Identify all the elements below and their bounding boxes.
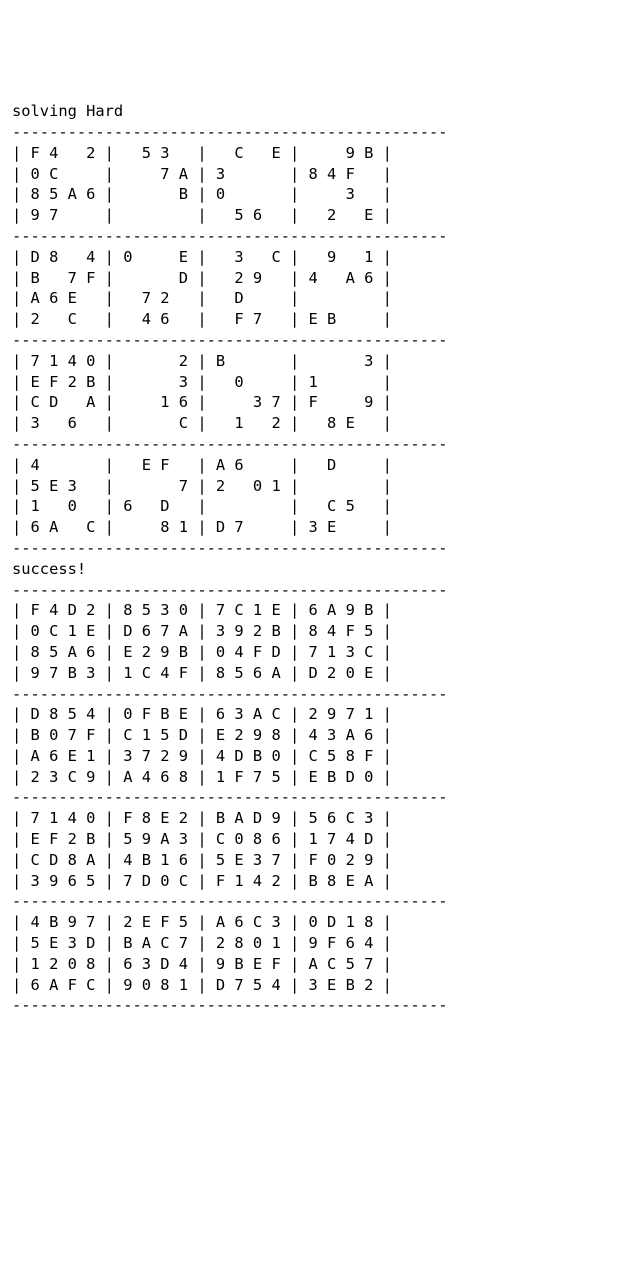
grid-row: | 4 B 9 7 | 2 E F 5 | A 6 C 3 | 0 D 1 8 … <box>12 912 614 933</box>
grid-row: | 6 A C | 8 1 | D 7 | 3 E | <box>12 517 614 538</box>
grid-row: | 2 3 C 9 | A 4 6 8 | 1 F 7 5 | E B D 0 … <box>12 767 614 788</box>
grid-row: | 6 A F C | 9 0 8 1 | D 7 5 4 | 3 E B 2 … <box>12 975 614 996</box>
terminal-output: solving Hard----------------------------… <box>12 101 614 1016</box>
grid-divider: ----------------------------------------… <box>12 538 614 559</box>
grid-row: | F 4 D 2 | 8 5 3 0 | 7 C 1 E | 6 A 9 B … <box>12 600 614 621</box>
grid-divider: ----------------------------------------… <box>12 122 614 143</box>
grid-divider: ----------------------------------------… <box>12 330 614 351</box>
grid-row: | A 6 E | 7 2 | D | | <box>12 288 614 309</box>
grid-row: | 8 5 A 6 | E 2 9 B | 0 4 F D | 7 1 3 C … <box>12 642 614 663</box>
grid-row: | C D A | 1 6 | 3 7 | F 9 | <box>12 392 614 413</box>
grid-row: | C D 8 A | 4 B 1 6 | 5 E 3 7 | F 0 2 9 … <box>12 850 614 871</box>
grid-divider: ----------------------------------------… <box>12 434 614 455</box>
grid-row: | 8 5 A 6 | B | 0 | 3 | <box>12 184 614 205</box>
grid-row: | B 7 F | D | 2 9 | 4 A 6 | <box>12 268 614 289</box>
grid-row: | F 4 2 | 5 3 | C E | 9 B | <box>12 143 614 164</box>
grid-row: | 5 E 3 D | B A C 7 | 2 8 0 1 | 9 F 6 4 … <box>12 933 614 954</box>
grid-row: | 3 9 6 5 | 7 D 0 C | F 1 4 2 | B 8 E A … <box>12 871 614 892</box>
grid-row: | 9 7 B 3 | 1 C 4 F | 8 5 6 A | D 2 0 E … <box>12 663 614 684</box>
grid-row: | 7 1 4 0 | 2 | B | 3 | <box>12 351 614 372</box>
grid-divider: ----------------------------------------… <box>12 684 614 705</box>
grid-row: | 4 | E F | A 6 | D | <box>12 455 614 476</box>
grid-row: | 5 E 3 | 7 | 2 0 1 | | <box>12 476 614 497</box>
grid-divider: ----------------------------------------… <box>12 787 614 808</box>
grid-divider: ----------------------------------------… <box>12 226 614 247</box>
heading-solving: solving Hard <box>12 101 614 122</box>
grid-divider: ----------------------------------------… <box>12 995 614 1016</box>
grid-row: | 0 C 1 E | D 6 7 A | 3 9 2 B | 8 4 F 5 … <box>12 621 614 642</box>
grid-row: | 1 2 0 8 | 6 3 D 4 | 9 B E F | A C 5 7 … <box>12 954 614 975</box>
grid-row: | 7 1 4 0 | F 8 E 2 | B A D 9 | 5 6 C 3 … <box>12 808 614 829</box>
heading-success: success! <box>12 559 614 580</box>
grid-row: | 3 6 | C | 1 2 | 8 E | <box>12 413 614 434</box>
grid-row: | D 8 4 | 0 E | 3 C | 9 1 | <box>12 247 614 268</box>
grid-row: | 2 C | 4 6 | F 7 | E B | <box>12 309 614 330</box>
grid-row: | B 0 7 F | C 1 5 D | E 2 9 8 | 4 3 A 6 … <box>12 725 614 746</box>
grid-row: | E F 2 B | 5 9 A 3 | C 0 8 6 | 1 7 4 D … <box>12 829 614 850</box>
grid-row: | D 8 5 4 | 0 F B E | 6 3 A C | 2 9 7 1 … <box>12 704 614 725</box>
grid-row: | 1 0 | 6 D | | C 5 | <box>12 496 614 517</box>
grid-row: | 0 C | 7 A | 3 | 8 4 F | <box>12 164 614 185</box>
grid-divider: ----------------------------------------… <box>12 580 614 601</box>
grid-row: | E F 2 B | 3 | 0 | 1 | <box>12 372 614 393</box>
grid-row: | 9 7 | | 5 6 | 2 E | <box>12 205 614 226</box>
grid-row: | A 6 E 1 | 3 7 2 9 | 4 D B 0 | C 5 8 F … <box>12 746 614 767</box>
grid-divider: ----------------------------------------… <box>12 891 614 912</box>
